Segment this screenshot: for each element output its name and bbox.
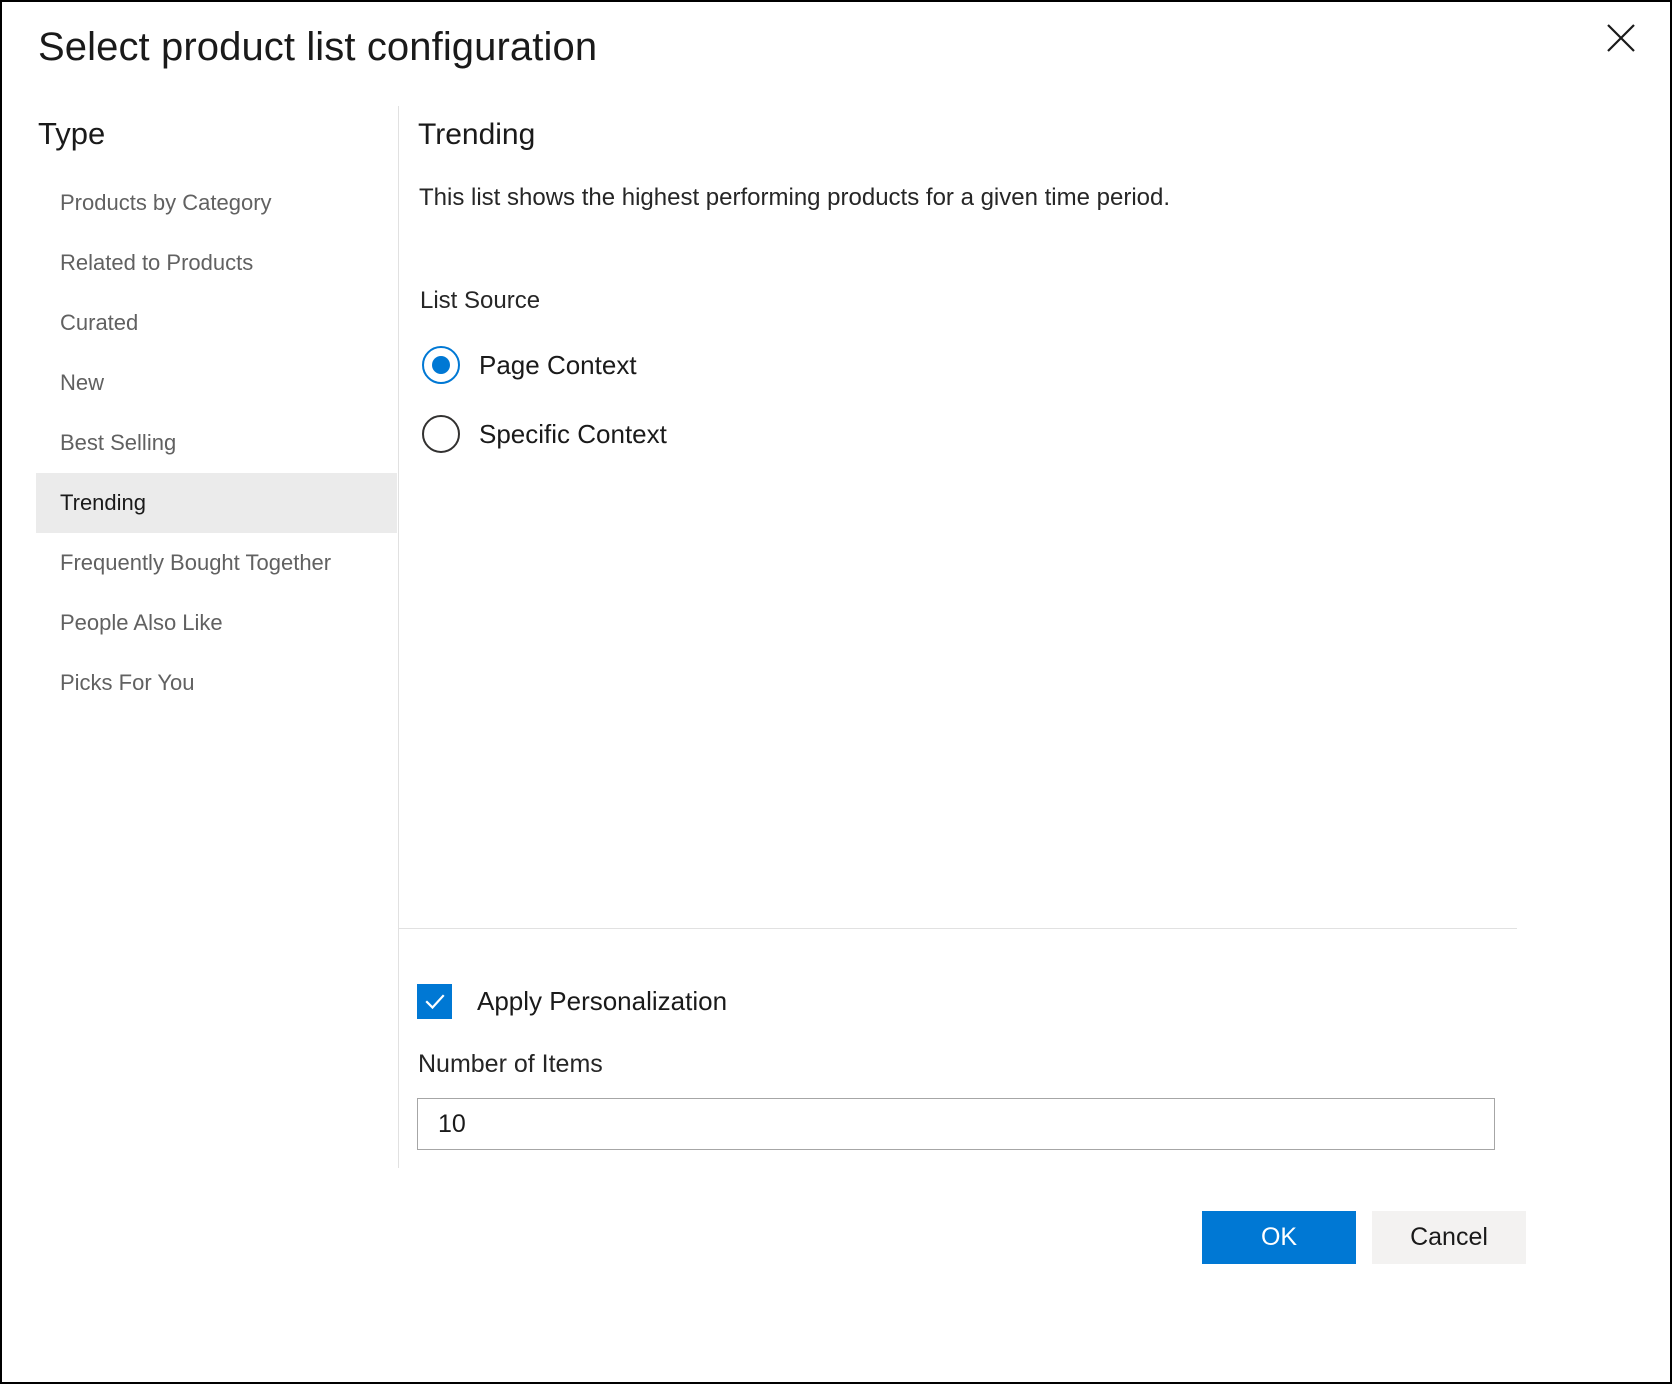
sidebar-item-curated[interactable]: Curated — [36, 293, 397, 353]
sidebar-item-best-selling[interactable]: Best Selling — [36, 413, 397, 473]
cancel-button[interactable]: Cancel — [1372, 1211, 1526, 1264]
sidebar-item-label: Best Selling — [60, 430, 176, 456]
pane-divider — [398, 106, 399, 1168]
close-button[interactable] — [1590, 10, 1652, 66]
sidebar-item-trending[interactable]: Trending — [36, 473, 397, 533]
footer-divider — [2, 1193, 1672, 1195]
ok-button[interactable]: OK — [1202, 1211, 1356, 1264]
select-product-list-configuration-dialog: Select product list configuration Type P… — [0, 0, 1672, 1384]
checkmark-icon — [417, 984, 452, 1019]
sidebar-item-label: Related to Products — [60, 250, 253, 276]
radio-label: Page Context — [479, 350, 637, 381]
number-of-items-input[interactable] — [417, 1098, 1495, 1150]
sidebar-item-products-by-category[interactable]: Products by Category — [36, 173, 397, 233]
apply-personalization-label: Apply Personalization — [477, 986, 727, 1017]
sidebar-item-label: Picks For You — [60, 670, 195, 696]
radio-selected-icon — [422, 346, 460, 384]
sidebar-item-label: Curated — [60, 310, 138, 336]
section-divider — [399, 928, 1517, 929]
list-source-label: List Source — [420, 287, 540, 315]
radio-page-context[interactable]: Page Context — [422, 346, 637, 384]
sidebar-item-label: People Also Like — [60, 610, 223, 636]
sidebar-item-label: Trending — [60, 490, 146, 516]
sidebar-item-people-also-like[interactable]: People Also Like — [36, 593, 397, 653]
radio-label: Specific Context — [479, 419, 667, 450]
sidebar-item-related-to-products[interactable]: Related to Products — [36, 233, 397, 293]
sidebar-item-new[interactable]: New — [36, 353, 397, 413]
number-of-items-label: Number of Items — [418, 1050, 603, 1079]
sidebar-item-picks-for-you[interactable]: Picks For You — [36, 653, 397, 713]
type-list: Products by Category Related to Products… — [36, 173, 397, 713]
sidebar-item-label: Products by Category — [60, 190, 272, 216]
detail-description: This list shows the highest performing p… — [419, 184, 1170, 212]
dialog-footer: OK Cancel — [2, 1211, 1672, 1331]
close-icon — [1606, 23, 1636, 53]
sidebar-item-label: Frequently Bought Together — [60, 550, 331, 576]
detail-title: Trending — [418, 118, 535, 152]
sidebar-item-frequently-bought-together[interactable]: Frequently Bought Together — [36, 533, 397, 593]
sidebar-item-label: New — [60, 370, 104, 396]
apply-personalization-checkbox[interactable]: Apply Personalization — [417, 984, 727, 1019]
dialog-title: Select product list configuration — [38, 25, 597, 70]
radio-unselected-icon — [422, 415, 460, 453]
type-heading: Type — [38, 116, 105, 152]
radio-specific-context[interactable]: Specific Context — [422, 415, 667, 453]
